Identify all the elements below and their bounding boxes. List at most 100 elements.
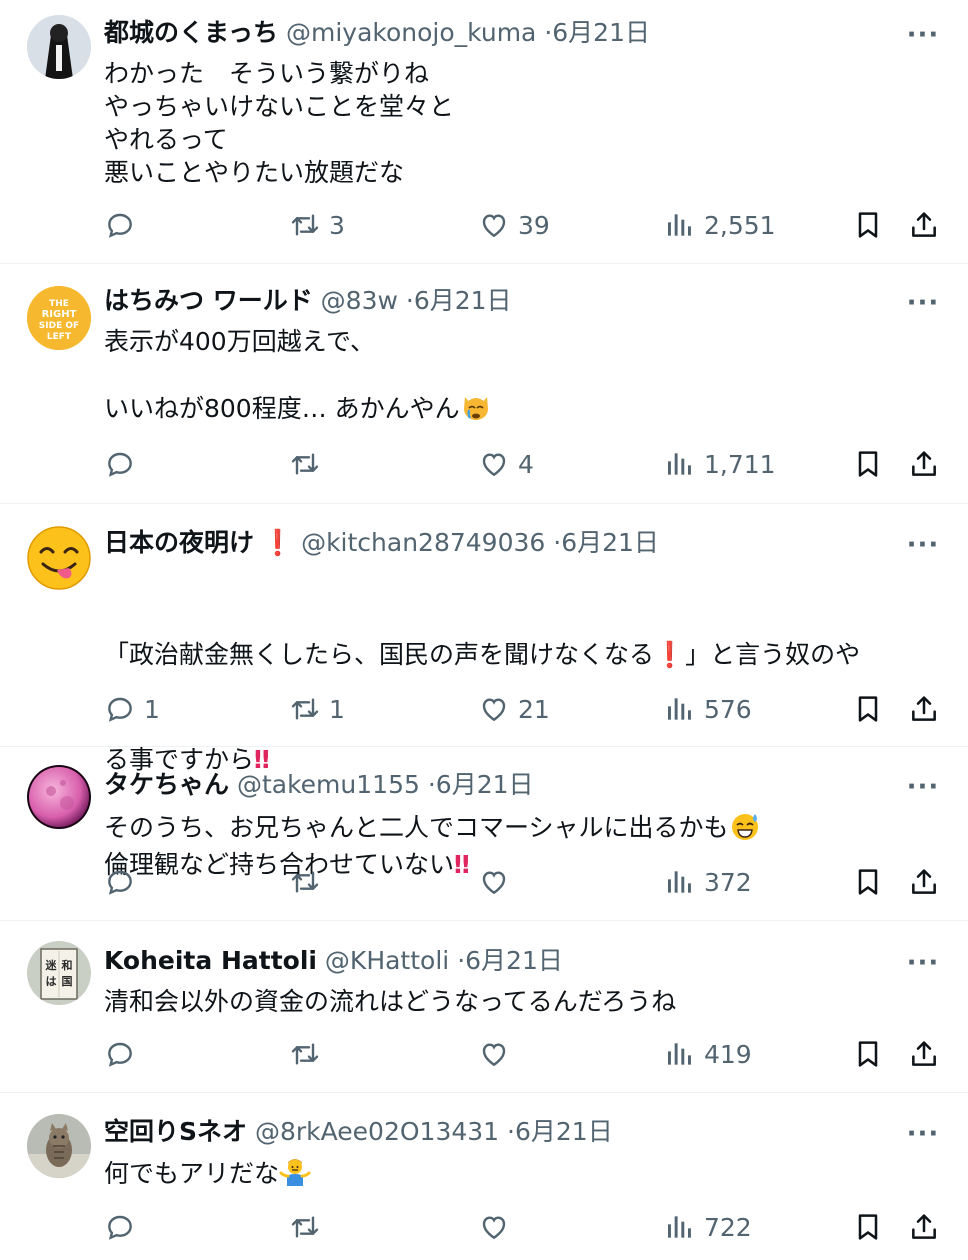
- views-button[interactable]: 1,711: [664, 444, 776, 484]
- author-handle[interactable]: @8rkAee02O13431: [255, 1117, 499, 1146]
- separator: ·: [457, 946, 466, 975]
- more-options-icon[interactable]: ···: [906, 946, 940, 980]
- share-button[interactable]: [908, 1034, 940, 1074]
- reply-button[interactable]: [104, 862, 144, 902]
- like-button[interactable]: 39: [478, 205, 550, 245]
- views-button[interactable]: 2,551: [664, 205, 776, 245]
- reply-button[interactable]: 1: [104, 689, 160, 729]
- svg-text:迷: 迷: [45, 958, 58, 972]
- more-options-icon[interactable]: ···: [906, 18, 940, 52]
- heart-icon: [478, 209, 510, 241]
- views-button[interactable]: 576: [664, 689, 752, 729]
- author-handle[interactable]: @kitchan28749036: [301, 528, 545, 557]
- heart-icon: [478, 448, 510, 480]
- post-date[interactable]: 6月21日: [552, 18, 650, 47]
- share-icon: [908, 209, 940, 241]
- repost-count: 3: [329, 210, 345, 240]
- post-2[interactable]: THE RIGHT SIDE OF LEFT はちみつ ワールド @83w ·6…: [0, 264, 968, 504]
- post-date[interactable]: 6月21日: [515, 1117, 613, 1146]
- reply-button[interactable]: [104, 444, 144, 484]
- author-name[interactable]: はちみつ ワールド: [104, 286, 313, 315]
- author-handle[interactable]: @miyakonojo_kuma: [286, 18, 536, 47]
- views-button[interactable]: 722: [664, 1207, 752, 1247]
- reply-button[interactable]: [104, 1207, 144, 1247]
- author-name[interactable]: Koheita Hattoli: [104, 946, 317, 975]
- author-name[interactable]: 都城のくまっち: [104, 18, 278, 47]
- post-header: 都城のくまっち @miyakonojo_kuma ·6月21日: [104, 16, 888, 50]
- views-button[interactable]: 372: [664, 862, 752, 902]
- more-options-icon[interactable]: ···: [906, 1117, 940, 1151]
- author-handle[interactable]: @KHattoli: [325, 946, 449, 975]
- avatar[interactable]: [27, 526, 91, 590]
- bookmark-button[interactable]: [852, 689, 884, 729]
- post-header: Koheita Hattoli @KHattoli ·6月21日: [104, 944, 888, 978]
- heart-icon: [478, 693, 510, 725]
- action-bar: 4 1,711: [104, 444, 944, 484]
- bookmark-button[interactable]: [852, 1207, 884, 1247]
- share-button[interactable]: [908, 862, 940, 902]
- author-handle[interactable]: @83w: [321, 286, 398, 315]
- post-3[interactable]: 日本の夜明け ❗ @kitchan28749036 ·6月21日 ··· 「政治…: [0, 504, 968, 879]
- bookmark-button[interactable]: [852, 205, 884, 245]
- repost-button[interactable]: [289, 862, 329, 902]
- post-6[interactable]: 空回りSネオ @8rkAee02O13431 ·6月21日 ··· 何でもアリだ…: [0, 1093, 968, 1260]
- like-count: 21: [518, 694, 550, 724]
- post-date[interactable]: 6月21日: [561, 528, 659, 557]
- share-button[interactable]: [908, 1207, 940, 1247]
- bookmark-button[interactable]: [852, 862, 884, 902]
- like-button[interactable]: 21: [478, 689, 550, 729]
- author-name[interactable]: 日本の夜明け: [104, 528, 254, 557]
- share-icon: [908, 1211, 940, 1243]
- post-date[interactable]: 6月21日: [414, 286, 512, 315]
- bookmark-button[interactable]: [852, 444, 884, 484]
- action-bar: 722: [104, 1207, 944, 1247]
- author-name[interactable]: タケちゃん: [104, 770, 229, 799]
- views-button[interactable]: 419: [664, 1034, 752, 1074]
- reply-button[interactable]: [104, 205, 144, 245]
- like-button[interactable]: [478, 1207, 518, 1247]
- avatar[interactable]: [27, 1114, 91, 1178]
- action-bar: 1 1 21 576: [104, 689, 944, 729]
- share-button[interactable]: [908, 205, 940, 245]
- post-header: 空回りSネオ @8rkAee02O13431 ·6月21日: [104, 1115, 888, 1149]
- views-icon: [664, 448, 696, 480]
- like-button[interactable]: 4: [478, 444, 534, 484]
- post-date[interactable]: 6月21日: [465, 946, 563, 975]
- bookmark-button[interactable]: [852, 1034, 884, 1074]
- author-name[interactable]: 空回りSネオ: [104, 1117, 247, 1146]
- post-1[interactable]: 都城のくまっち @miyakonojo_kuma ·6月21日 ··· わかった…: [0, 0, 968, 264]
- more-options-icon[interactable]: ···: [906, 770, 940, 804]
- repost-button[interactable]: [289, 1207, 329, 1247]
- repost-button[interactable]: [289, 1034, 329, 1074]
- avatar[interactable]: 和 国 迷 は: [27, 941, 91, 1005]
- repost-button[interactable]: 1: [289, 689, 345, 729]
- post-text-line-1: 「政治献金無くしたら、国民の声を聞けなくなる: [104, 640, 655, 669]
- reply-icon: [104, 1038, 136, 1070]
- post-text-body: 表示が400万回越えで、 いいねが800程度… あかんやん: [104, 327, 460, 423]
- author-handle[interactable]: @takemu1155: [237, 770, 420, 799]
- post-4[interactable]: タケちゃん @takemu1155 ·6月21日 ··· そのうち、お兄ちゃんと…: [0, 747, 968, 921]
- avatar-image: THE RIGHT SIDE OF LEFT: [27, 286, 91, 350]
- post-5[interactable]: 和 国 迷 は Koheita Hattoli @KHattoli ·6月21日…: [0, 921, 968, 1093]
- post-date[interactable]: 6月21日: [436, 770, 534, 799]
- repost-icon: [289, 448, 321, 480]
- like-button[interactable]: [478, 1034, 518, 1074]
- repost-button[interactable]: 3: [289, 205, 345, 245]
- more-options-icon[interactable]: ···: [906, 528, 940, 562]
- svg-text:和: 和: [62, 958, 73, 972]
- avatar[interactable]: [27, 15, 91, 79]
- like-button[interactable]: [478, 862, 518, 902]
- like-count: 39: [518, 210, 550, 240]
- views-icon: [664, 209, 696, 241]
- reply-button[interactable]: [104, 1034, 144, 1074]
- share-button[interactable]: [908, 689, 940, 729]
- more-options-icon[interactable]: ···: [906, 286, 940, 320]
- share-button[interactable]: [908, 444, 940, 484]
- bookmark-icon: [852, 448, 884, 480]
- post-header: 日本の夜明け ❗ @kitchan28749036 ·6月21日: [104, 526, 888, 560]
- avatar[interactable]: [27, 765, 91, 829]
- repost-button[interactable]: [289, 444, 329, 484]
- repost-count: 1: [329, 694, 345, 724]
- avatar[interactable]: THE RIGHT SIDE OF LEFT: [27, 286, 91, 350]
- pink-moon-avatar-image: [27, 765, 91, 829]
